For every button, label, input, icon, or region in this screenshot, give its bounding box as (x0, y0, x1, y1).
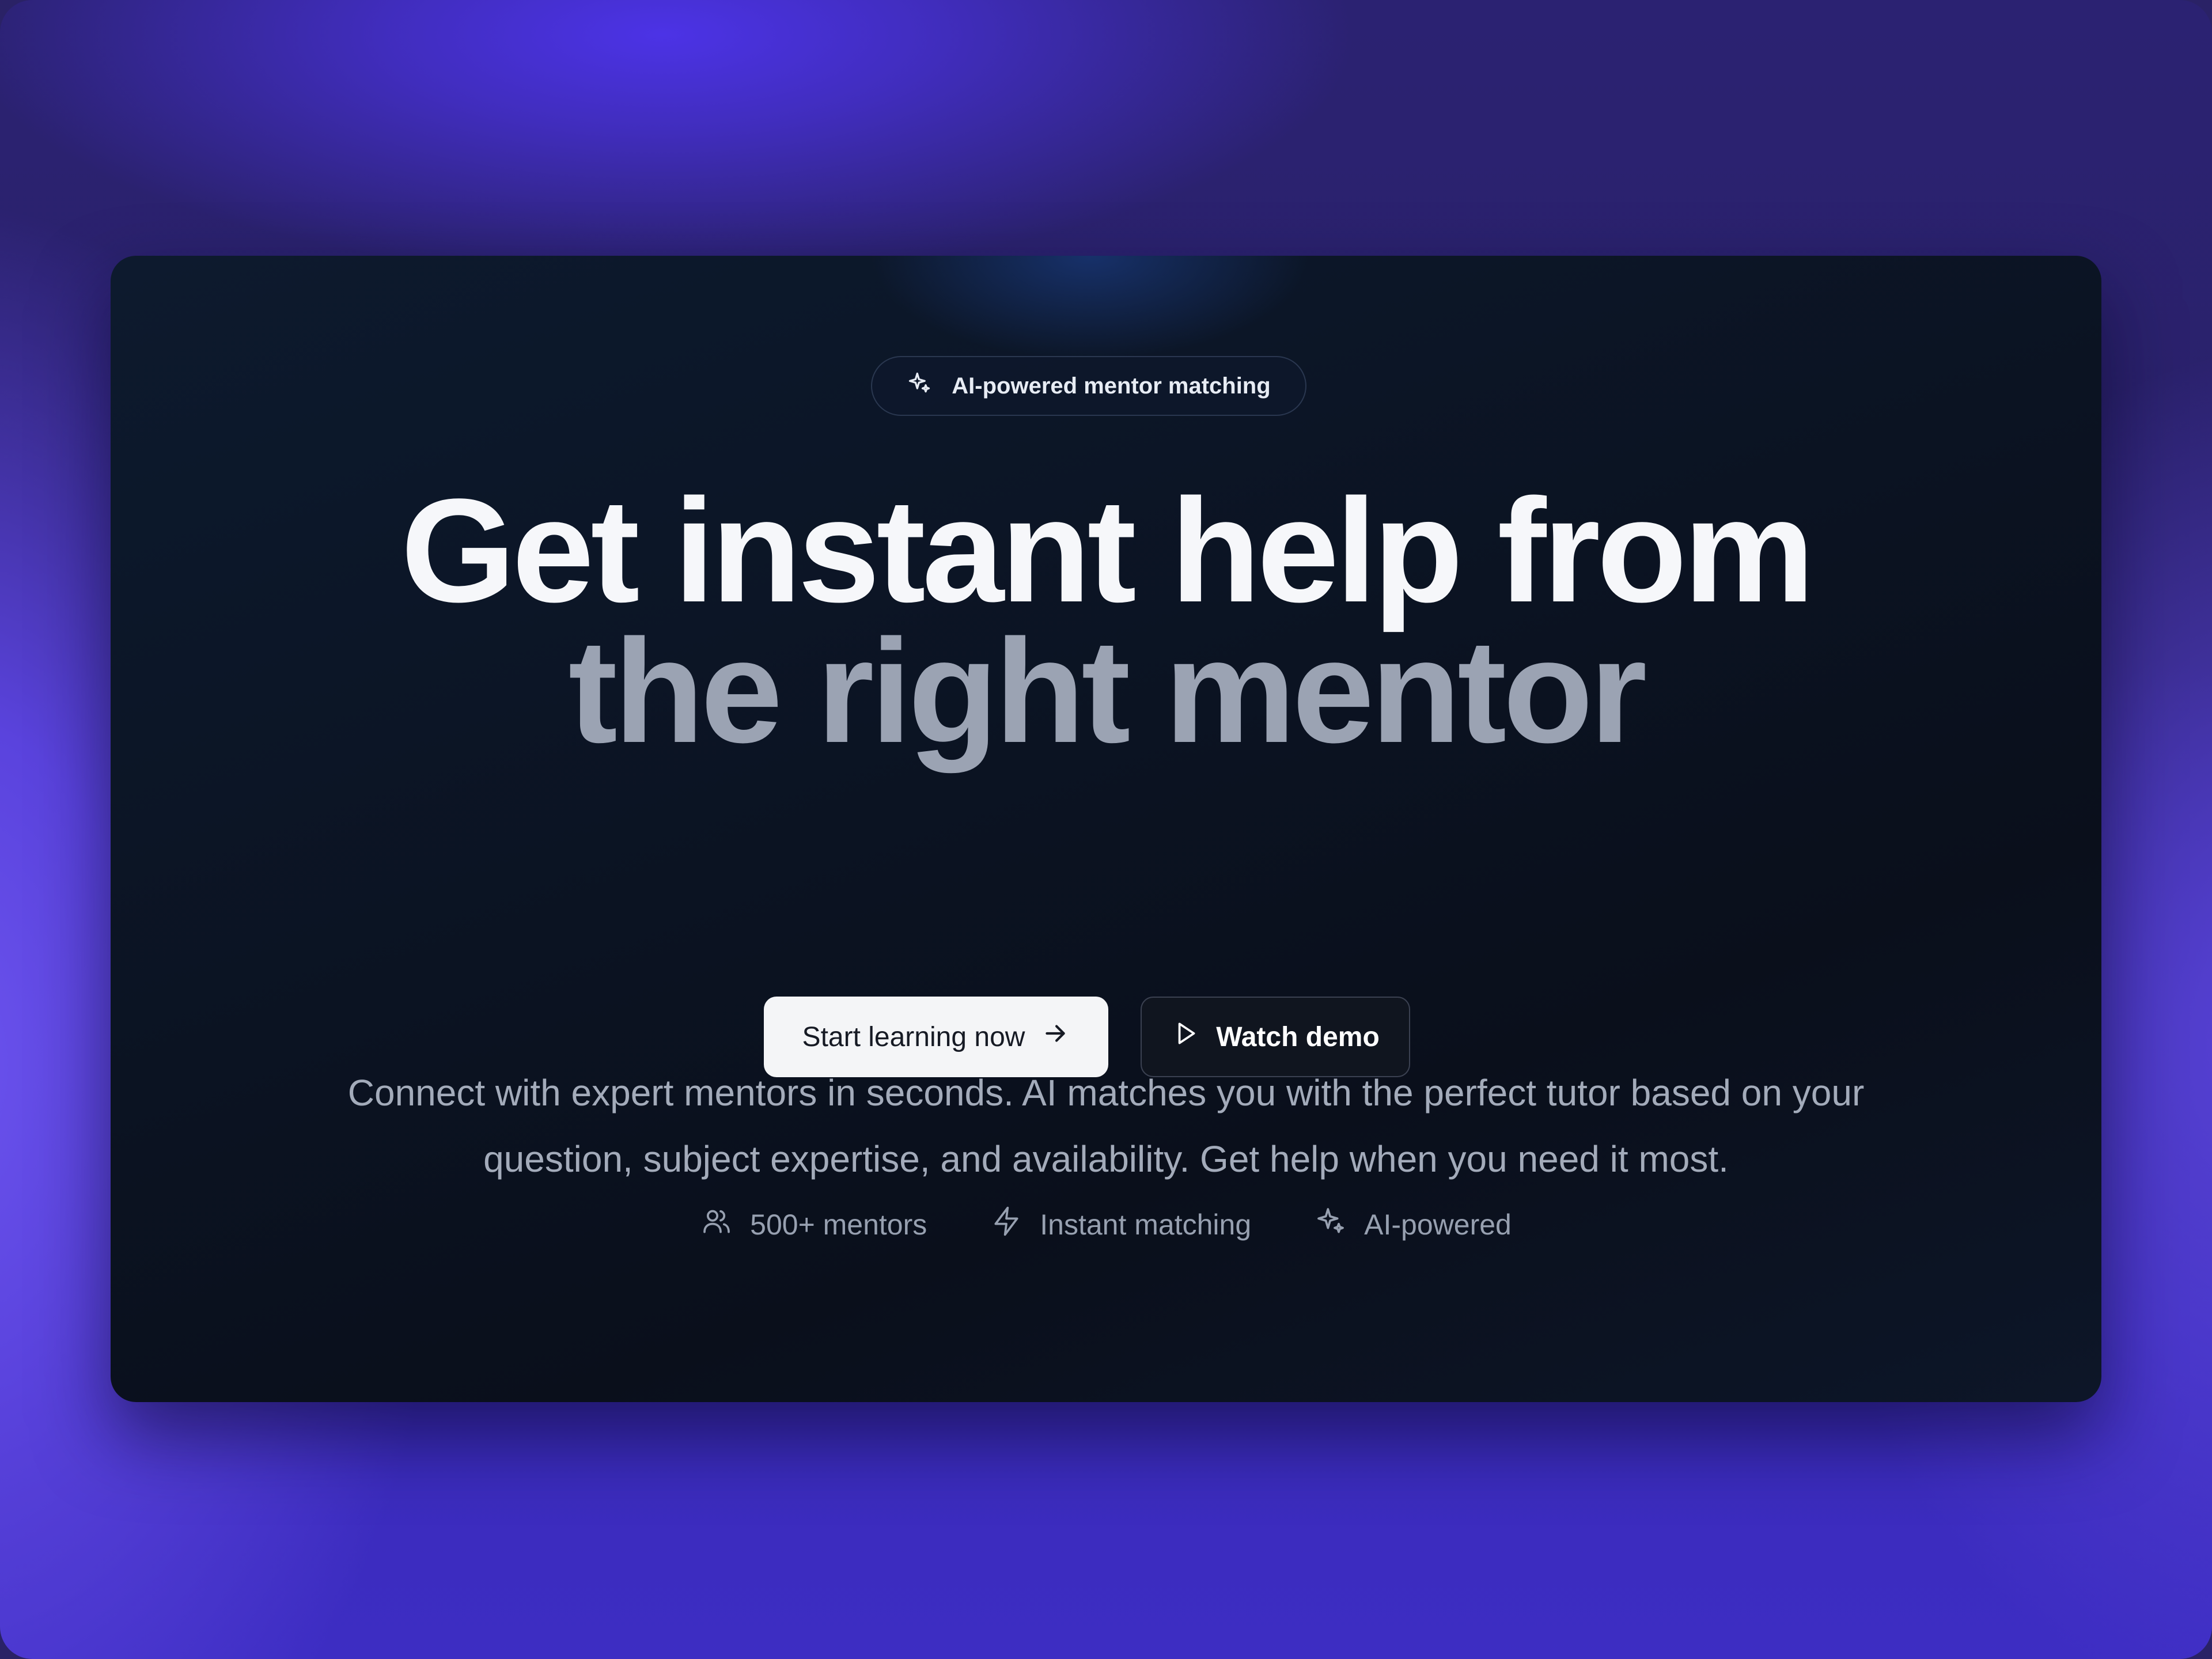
start-learning-button[interactable]: Start learning now (764, 997, 1108, 1077)
users-icon (700, 1205, 733, 1244)
hero-subtitle: Connect with expert mentors in seconds. … (347, 1072, 1865, 1180)
ai-badge: AI-powered mentor matching (871, 356, 1306, 416)
lightning-icon (990, 1205, 1022, 1244)
background-frame: AI-powered mentor matching Get instant h… (0, 0, 2212, 1659)
sparkles-icon (907, 370, 932, 402)
hero-headline: Get instant help from the right mentor (111, 468, 2101, 774)
feature-label: Instant matching (1040, 1209, 1252, 1241)
headline-line-2: the right mentor (568, 609, 1647, 774)
sparkles-icon (1315, 1205, 1347, 1244)
badge-label: AI-powered mentor matching (952, 373, 1271, 399)
watch-demo-label: Watch demo (1216, 1021, 1380, 1052)
feature-label: AI-powered (1364, 1209, 1512, 1241)
start-learning-label: Start learning now (802, 1021, 1025, 1052)
watch-demo-button[interactable]: Watch demo (1141, 997, 1410, 1077)
arrow-right-icon (1041, 1019, 1070, 1055)
play-icon (1171, 1019, 1200, 1055)
feature-list: 500+ mentors Instant matching AI-powered (0, 1202, 2212, 1248)
feature-label: 500+ mentors (750, 1209, 927, 1241)
feature-matching: Instant matching (990, 1205, 1251, 1244)
headline-line-1: Get instant help from (400, 468, 1815, 633)
feature-mentors: 500+ mentors (700, 1205, 927, 1244)
feature-ai: AI-powered (1315, 1205, 1512, 1244)
